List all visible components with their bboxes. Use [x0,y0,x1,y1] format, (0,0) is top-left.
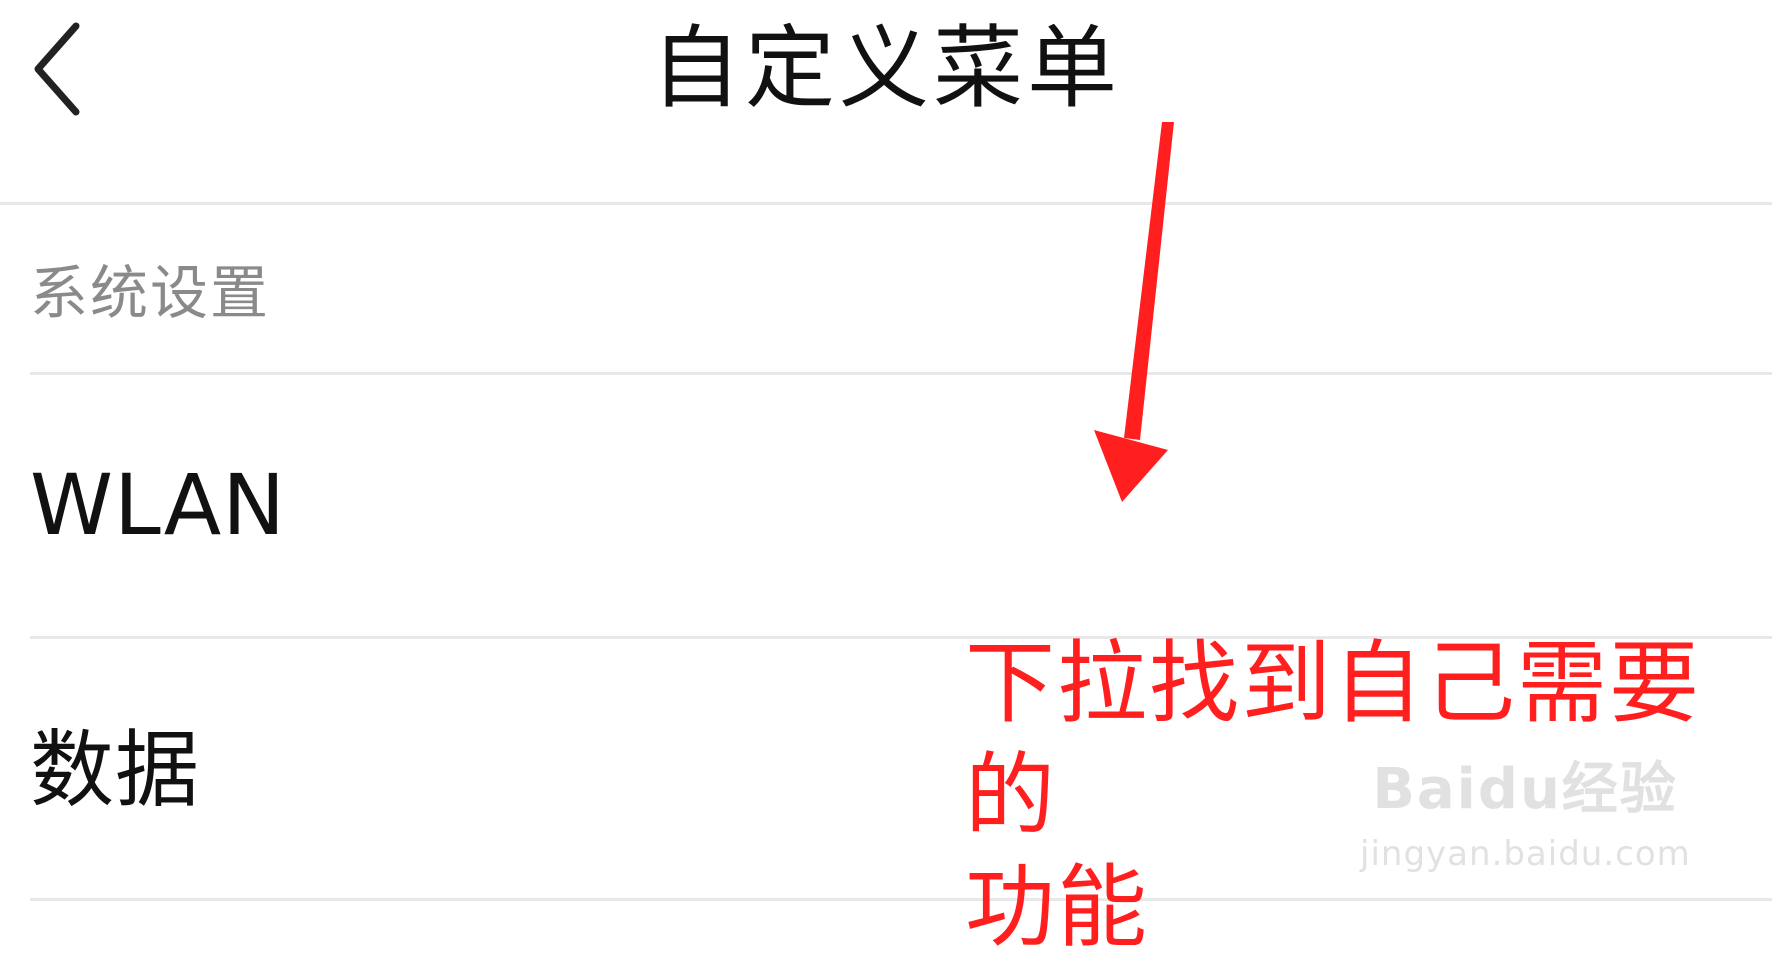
arrow-down-icon [1094,122,1174,502]
page-title: 自定义菜单 [651,16,1121,121]
list-item-label: 数据 [30,721,201,819]
annotation-arrow [1080,120,1180,510]
custom-menu-screen: 自定义菜单 系统设置 WLAN 数据 下拉找到自己需要的 功能 Baidu经验 … [0,0,1772,960]
watermark-url: jingyan.baidu.com [1360,834,1691,874]
list-item-data[interactable]: 数据 [30,680,930,880]
list-item-wlan[interactable]: WLAN [30,410,930,610]
section-header: 系统设置 [30,259,271,327]
watermark: Baidu经验 jingyan.baidu.com [1360,750,1690,910]
watermark-logo: Baidu经验 [1372,757,1678,822]
divider [30,372,1772,375]
list-item-label: WLAN [30,456,287,554]
top-bar: 自定义菜单 [0,0,1772,205]
